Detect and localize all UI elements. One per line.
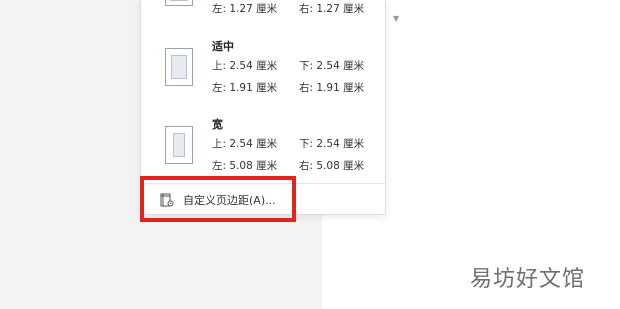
preset-name: 适中	[212, 40, 234, 53]
bottom-margin-value: 下: 2.54 厘米	[299, 60, 365, 72]
page-margin-icon	[165, 126, 193, 164]
margin-preset-moderate[interactable]: 适中 上: 2.54 厘米 下: 2.54 厘米 左: 1.91 厘米 右: 1…	[141, 32, 385, 98]
watermark: 易坊好文馆	[470, 267, 586, 292]
right-margin-value: 右: 5.08 厘米	[299, 160, 365, 172]
right-margin-value: 右: 1.27 厘米	[299, 3, 365, 15]
left-margin-value: 左: 1.91 厘米	[212, 82, 278, 94]
bottom-margin-value: 下: 2.54 厘米	[299, 138, 365, 150]
page-margin-icon	[165, 48, 193, 86]
margin-preset-wide[interactable]: 宽 上: 2.54 厘米 下: 2.54 厘米 左: 5.08 厘米 右: 5.…	[141, 110, 385, 176]
right-margin-value: 右: 1.91 厘米	[299, 82, 365, 94]
chevron-down-icon: ▼	[393, 14, 400, 23]
left-margin-value: 左: 1.27 厘米	[212, 3, 278, 15]
top-margin-value: 上: 2.54 厘米	[212, 138, 278, 150]
left-margin-value: 左: 5.08 厘米	[212, 160, 278, 172]
preset-name: 宽	[212, 118, 223, 131]
top-margin-value: 上: 2.54 厘米	[212, 60, 278, 72]
page-margin-icon	[165, 0, 193, 6]
red-highlight-box	[140, 176, 296, 222]
margin-preset-narrow[interactable]: 左: 1.27 厘米 右: 1.27 厘米	[141, 0, 385, 22]
